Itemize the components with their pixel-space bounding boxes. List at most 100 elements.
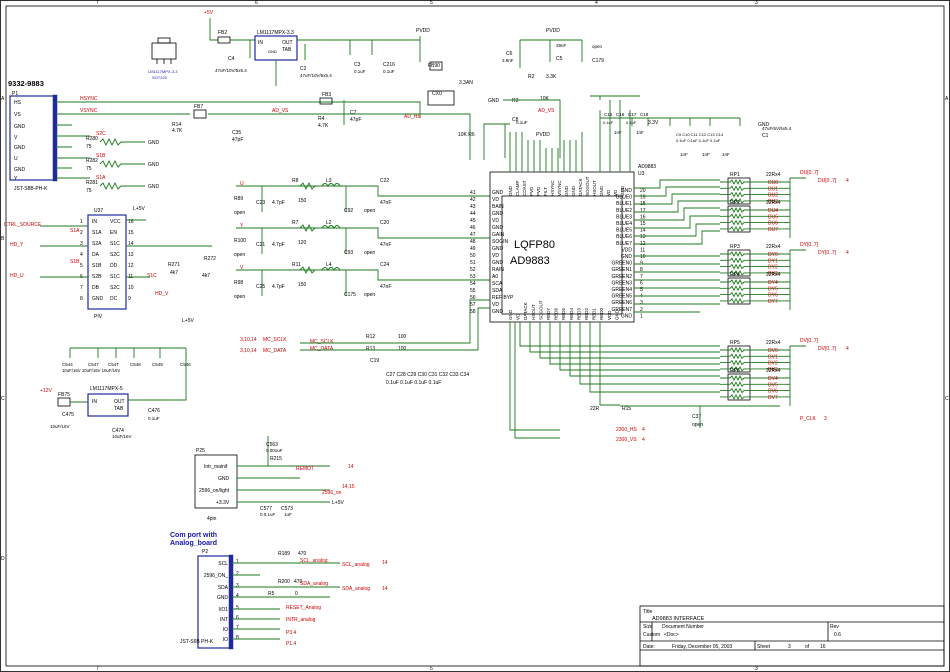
chip-pin-name: SOGOUT: [538, 300, 543, 320]
sheet-inner-border: [5, 5, 945, 667]
component-label: open: [234, 294, 245, 300]
svg-text:S2C: S2C: [96, 131, 106, 137]
svg-text:47uF/10V/5x5.4: 47uF/10V/5x5.4: [300, 73, 332, 78]
svg-text:Date:: Date:: [643, 644, 655, 650]
svg-text:LM1117MPX-3.3: LM1117MPX-3.3: [257, 30, 294, 36]
svg-text:47pF: 47pF: [350, 117, 361, 123]
rp-value: 22Rx4: [766, 244, 781, 250]
svg-text:R13: R13: [366, 346, 375, 352]
component-label: C24: [380, 262, 389, 268]
svg-text:22R: 22R: [590, 406, 600, 412]
bus-page: 4: [846, 250, 849, 256]
u37-pin-name: S1A: [92, 230, 102, 236]
svg-text:L+5V: L+5V: [182, 318, 194, 324]
termination-resistors: R28075 S2C GND R28275 S1B GND R28175 S1A…: [86, 131, 160, 194]
component-label: 4.7pF: [272, 242, 285, 248]
svg-text:SDA_analog: SDA_analog: [342, 586, 370, 592]
component-label: 47nF: [380, 242, 391, 248]
chip-pin-name: VD: [492, 197, 499, 203]
svg-text:1nF: 1nF: [636, 130, 644, 135]
svg-text:SOT223: SOT223: [152, 75, 168, 80]
svg-text:CTRL_SOURCE: CTRL_SOURCE: [4, 222, 42, 228]
bus-label: DY[0..7]: [818, 250, 837, 256]
chip-pin-name: SOGIN: [492, 239, 509, 245]
chip-pin-name: GREEN5: [611, 294, 632, 300]
svg-text:3: 3: [824, 416, 827, 422]
chip-pin-name: SDA: [492, 288, 503, 294]
svg-text:U3: U3: [638, 171, 645, 177]
chip-pin-name: VD: [492, 302, 499, 308]
chip-pin-number: 7: [640, 274, 643, 280]
chip-pin-name: SCA: [492, 281, 503, 287]
svg-text:SCL_analog: SCL_analog: [342, 562, 370, 568]
component-label: open: [364, 208, 375, 214]
svg-text:4k7: 4k7: [202, 273, 210, 279]
rp-net-label: DU4: [768, 208, 778, 214]
row-label: C: [945, 396, 949, 402]
component-label: R7: [292, 220, 299, 226]
component-label: C92: [344, 208, 353, 214]
component-label: R89: [234, 196, 243, 202]
svg-text:FB3: FB3: [322, 92, 331, 98]
svg-text:C27 C28 C29 C30 C31 C32 C33 C3: C27 C28 C29 C30 C31 C32 C33 C34: [386, 372, 469, 378]
u37-pin-number: 15: [128, 230, 134, 236]
svg-text:REMOT: REMOT: [296, 466, 314, 472]
chip-pin-name: PVD: [536, 186, 541, 196]
svg-text:14: 14: [382, 560, 388, 566]
u37-pin-number: 12: [128, 263, 134, 269]
svg-text:P2: P2: [202, 549, 208, 555]
rp-value: 22Rx4: [766, 172, 781, 178]
svg-text:C5: C5: [556, 56, 563, 62]
bus-label: DU[0..7]: [800, 170, 819, 176]
rp-net-label: DY1: [768, 258, 778, 264]
title-block: Title AD9883 INTERFACE Size Custom Docum…: [639, 605, 945, 667]
rp-net-label: DV5: [768, 382, 778, 388]
component-label: 120: [298, 240, 307, 246]
chip-pin-name: PVD: [529, 186, 534, 196]
svg-text:AD9883: AD9883: [638, 164, 656, 170]
component-label: R11: [292, 262, 301, 268]
svg-text:R189: R189: [278, 551, 290, 557]
u37-pin-name: DA: [92, 252, 100, 258]
bus-label: DV[0..7]: [800, 338, 819, 344]
bulk-cap-row: C544 C547 C54T C548 C549 C546 10uF/16V 10uF/1…: [62, 318, 194, 373]
rp-ref: RP2: [730, 200, 740, 206]
chip-pin-name: BLUE4: [616, 221, 632, 227]
bus-page: 4: [846, 178, 849, 184]
chip-pin-name: RAIN: [492, 267, 504, 273]
svg-text:C18: C18: [640, 112, 649, 117]
rp-net-label: DY2: [768, 265, 778, 271]
rp-net-label: DY7: [768, 299, 778, 305]
svg-text:HD_Y: HD_Y: [10, 242, 24, 248]
svg-text:Intr_mainif: Intr_mainif: [204, 464, 228, 470]
svg-text:14: 14: [382, 586, 388, 592]
svg-text:C35: C35: [232, 130, 241, 136]
rp-net-label: DU1: [768, 186, 778, 192]
svg-text:OUT: OUT: [282, 40, 293, 46]
u37-pin-name: S2B: [92, 274, 102, 280]
svg-text:GND: GND: [218, 476, 230, 482]
svg-text:AD_VS: AD_VS: [538, 108, 555, 114]
svg-text:P_CLK: P_CLK: [800, 416, 817, 422]
chip-pin-number: 19: [640, 195, 646, 201]
svg-text:+3.3V: +3.3V: [216, 500, 230, 506]
svg-text:2300_VS: 2300_VS: [616, 437, 637, 443]
chip-pin-name: RED1: [592, 307, 597, 320]
chip-pin-name: RED0: [599, 307, 604, 320]
component-label: 4.7pF: [272, 284, 285, 290]
u37-pin-number: 10: [128, 285, 134, 291]
u37-pin-name: DD: [110, 263, 118, 269]
bus-label: DU[0..7]: [818, 178, 837, 184]
svg-text:C19: C19: [370, 358, 379, 364]
col-label: 6: [255, 0, 258, 6]
svg-text:R272: R272: [204, 256, 216, 262]
svg-text:0.1uF: 0.1uF: [603, 120, 614, 125]
chip-pin-name: VSYNC: [557, 180, 562, 196]
p2-pin-name: 2596_ON_: [204, 573, 228, 579]
chip-pin-name: BLUE3: [616, 214, 632, 220]
svg-text:U: U: [14, 156, 18, 162]
sot223-footprint: LM1117MPX-3.3 SOT223: [148, 37, 178, 80]
component-label: 150: [298, 198, 307, 204]
svg-text:47pF: 47pF: [232, 137, 243, 143]
component-label: C93: [344, 250, 353, 256]
